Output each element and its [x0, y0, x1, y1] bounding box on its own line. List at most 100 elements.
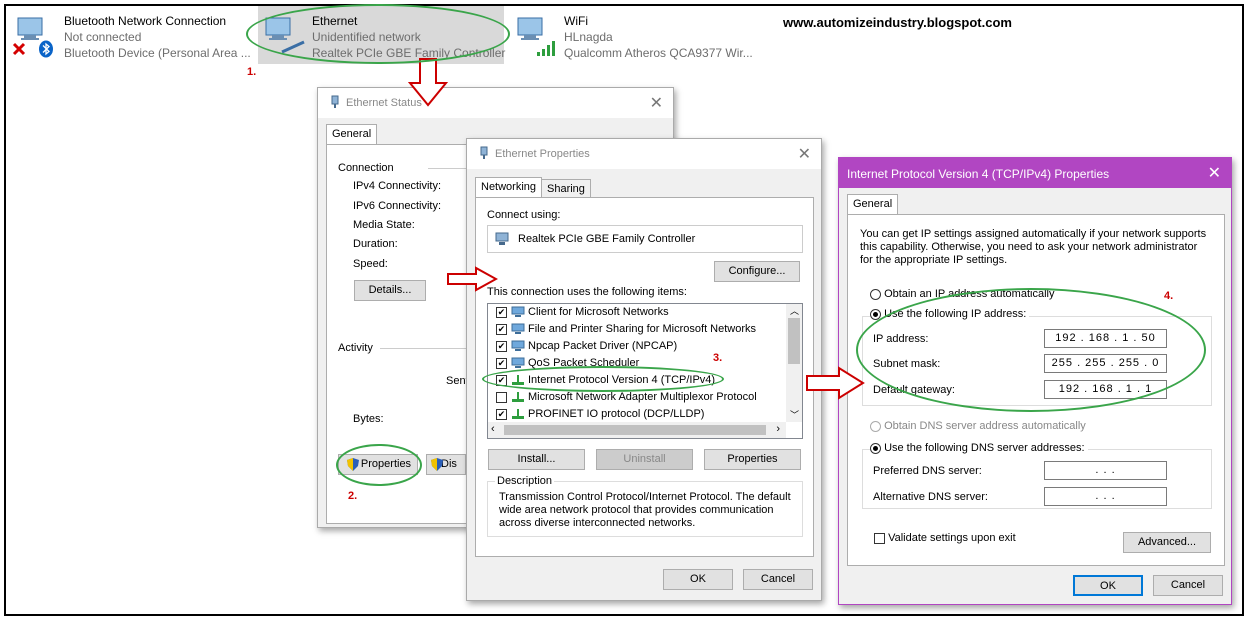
ipv6-connectivity-label: IPv6 Connectivity: — [353, 200, 442, 212]
wifi-signal-icon — [537, 41, 555, 56]
divider — [428, 168, 468, 169]
tab-general[interactable]: General — [326, 124, 378, 144]
protocol-icon — [512, 392, 524, 403]
cancel-button[interactable]: Cancel — [743, 569, 813, 590]
adapter-device: Qualcomm Atheros QCA9377 Wir... — [564, 46, 753, 60]
close-icon[interactable]: ✕ — [798, 144, 811, 164]
disable-button[interactable]: Dis — [426, 454, 466, 475]
item-properties-button[interactable]: Properties — [704, 449, 801, 470]
checkbox[interactable] — [496, 391, 507, 403]
obtain-dns-option[interactable]: Obtain DNS server address automatically — [870, 420, 1086, 432]
use-dns-option[interactable]: Use the following DNS server addresses: — [870, 442, 1088, 454]
step-2-label: 2. — [348, 490, 358, 502]
preferred-dns-label: Preferred DNS server: — [873, 465, 982, 477]
highlight-ellipse — [482, 366, 724, 392]
checkbox[interactable] — [874, 532, 885, 544]
item-label: Npcap Packet Driver (NPCAP) — [528, 340, 678, 352]
uac-shield-icon — [431, 458, 443, 471]
chevron-right-icon[interactable]: › — [776, 423, 780, 435]
bytes-label: Bytes: — [353, 413, 384, 425]
radio-button[interactable] — [870, 420, 881, 432]
close-icon[interactable]: ✕ — [1208, 163, 1221, 183]
item-label: Microsoft Network Adapter Multiplexor Pr… — [528, 391, 757, 403]
tab-networking[interactable]: Networking — [475, 177, 543, 197]
checkbox[interactable]: ✔ — [496, 340, 507, 352]
horizontal-scrollbar[interactable]: ‹ › — [488, 422, 786, 438]
adapter-name: Bluetooth Network Connection — [64, 14, 227, 28]
validate-option[interactable]: Validate settings upon exit — [874, 532, 1016, 544]
step-4-label: 4. — [1164, 290, 1174, 302]
connection-group-label: Connection — [338, 162, 394, 174]
radio-button[interactable] — [870, 288, 881, 300]
tab-general[interactable]: General — [847, 194, 899, 214]
right-arrow-annotation — [806, 366, 865, 400]
adapter-field: Realtek PCIe GBE Family Controller — [487, 225, 803, 253]
radio-button[interactable] — [870, 442, 881, 454]
alternative-dns-input[interactable]: . . . — [1044, 487, 1167, 506]
duration-label: Duration: — [353, 238, 398, 250]
items-label: This connection uses the following items… — [487, 286, 687, 298]
network-client-icon — [511, 306, 525, 318]
adapter-status: Not connected — [64, 30, 142, 44]
list-item[interactable]: Microsoft Network Adapter Multiplexor Pr… — [496, 391, 757, 407]
checkbox[interactable]: ✔ — [496, 323, 507, 335]
checkbox[interactable]: ✔ — [496, 306, 507, 318]
highlight-ellipse — [246, 4, 510, 64]
cancel-button[interactable]: Cancel — [1153, 575, 1223, 596]
preferred-dns-input[interactable]: . . . — [1044, 461, 1167, 480]
vertical-scrollbar[interactable]: ︿ ﹀ — [786, 304, 802, 422]
media-state-label: Media State: — [353, 219, 415, 231]
ok-button[interactable]: OK — [663, 569, 733, 590]
item-label: PROFINET IO protocol (DCP/LLDP) — [528, 408, 705, 420]
checkbox[interactable]: ✔ — [496, 357, 507, 369]
uninstall-button[interactable]: Uninstall — [596, 449, 693, 470]
activity-group-label: Activity — [338, 342, 373, 354]
validate-label: Validate settings upon exit — [888, 532, 1016, 544]
bluetooth-icon — [39, 40, 53, 58]
configure-button[interactable]: Configure... — [714, 261, 800, 282]
title-bar: Ethernet Properties ✕ — [467, 139, 821, 169]
item-label: File and Printer Sharing for Microsoft N… — [528, 323, 757, 335]
checkbox[interactable]: ✔ — [496, 408, 507, 420]
dialog-title: Ethernet Properties — [495, 148, 590, 160]
highlight-ellipse — [856, 288, 1206, 412]
description-label: Description — [495, 475, 555, 487]
network-adapter-icon — [517, 17, 543, 40]
ok-button[interactable]: OK — [1073, 575, 1143, 596]
chevron-down-icon[interactable]: ﹀ — [790, 408, 799, 421]
scroll-thumb[interactable] — [788, 318, 800, 364]
watermark-text: www.automizeindustry.blogspot.com — [783, 15, 1012, 30]
network-icon — [480, 146, 488, 159]
network-icon — [331, 95, 339, 108]
adapter-wifi[interactable]: WiFi HLnagda Qualcomm Atheros QCA9377 Wi… — [510, 6, 760, 64]
step-3-label: 3. — [713, 352, 723, 364]
adapter-bluetooth[interactable]: Bluetooth Network Connection Not connect… — [10, 6, 251, 64]
option-label: Use the following DNS server addresses: — [884, 442, 1085, 454]
red-x-icon — [12, 42, 26, 56]
option-label: Obtain DNS server address automatically — [884, 420, 1086, 432]
network-client-icon — [511, 323, 525, 335]
advanced-button[interactable]: Advanced... — [1123, 532, 1211, 553]
install-button[interactable]: Install... — [488, 449, 585, 470]
chevron-left-icon[interactable]: ‹ — [491, 423, 495, 435]
title-bar: Ethernet Status ✕ — [318, 88, 673, 118]
alternative-dns-label: Alternative DNS server: — [873, 491, 988, 503]
title-bar: Internet Protocol Version 4 (TCP/IPv4) P… — [839, 158, 1231, 188]
close-icon[interactable]: ✕ — [650, 93, 663, 113]
network-client-icon — [511, 357, 525, 369]
adapter-name: WiFi — [564, 14, 588, 28]
tab-sharing[interactable]: Sharing — [541, 179, 591, 197]
list-item[interactable]: ✔ Npcap Packet Driver (NPCAP) — [496, 340, 677, 356]
chevron-up-icon[interactable]: ︿ — [790, 304, 799, 317]
step-1-label: 1. — [247, 66, 257, 78]
right-arrow-annotation — [447, 266, 498, 292]
list-item[interactable]: ✔ Client for Microsoft Networks — [496, 306, 669, 322]
scroll-thumb[interactable] — [504, 425, 766, 435]
network-adapter-icon — [17, 17, 43, 40]
ipv4-connectivity-label: IPv4 Connectivity: — [353, 180, 442, 192]
list-item[interactable]: ✔ File and Printer Sharing for Microsoft … — [496, 323, 756, 339]
details-button[interactable]: Details... — [354, 280, 426, 301]
adapter-status: HLnagda — [564, 30, 613, 44]
network-adapter-icon — [495, 232, 509, 245]
network-client-icon — [511, 340, 525, 352]
